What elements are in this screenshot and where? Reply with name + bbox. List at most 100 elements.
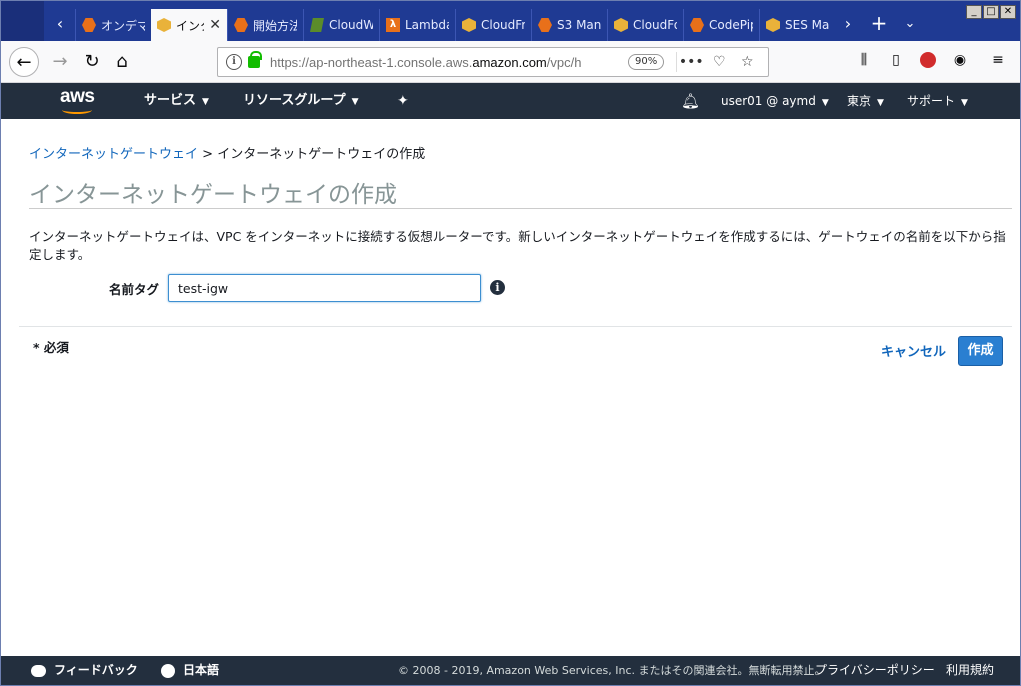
breadcrumb-current: インターネットゲートウェイの作成 (217, 147, 426, 162)
close-window-icon[interactable]: ✕ (1000, 5, 1016, 19)
tab-strip-spacer (1, 1, 44, 41)
address-bar[interactable]: i https://ap-northeast-1.console.aws.ama… (217, 47, 769, 77)
pocket-icon[interactable]: ♡ (705, 54, 733, 70)
close-tab-icon[interactable]: ✕ (209, 17, 221, 33)
support-menu[interactable]: サポート ▼ (907, 83, 968, 119)
home-icon[interactable]: ⌂ (107, 47, 137, 77)
aws-box-icon (82, 18, 96, 32)
tab-label: インターネットゲートウェイ (176, 18, 204, 33)
url-prefix: https://ap-northeast-1.console.aws. (270, 54, 473, 70)
site-info-icon[interactable]: i (226, 54, 242, 70)
tab-scroll-left-icon[interactable]: ‹ (47, 9, 73, 39)
tab-getting-started[interactable]: 開始方法 (227, 9, 303, 41)
feedback-label: フィードバック (54, 663, 138, 677)
copyright-text: © 2008 - 2019, Amazon Web Services, Inc.… (398, 664, 826, 677)
chevron-down-icon: ▼ (202, 97, 209, 107)
ses-icon (766, 18, 780, 32)
tab-label: Lambda (405, 18, 449, 32)
main-content: インターネットゲートウェイ > インターネットゲートウェイの作成 インターネット… (1, 119, 1020, 656)
feedback-link[interactable]: フィードバック (31, 656, 138, 685)
breadcrumb-separator: > (202, 147, 214, 162)
breadcrumb-link-internet-gateways[interactable]: インターネットゲートウェイ (29, 147, 198, 162)
extension-icon[interactable] (917, 52, 939, 72)
s3-icon (538, 18, 552, 32)
tab-label: CloudFormation (633, 18, 677, 32)
cloudformation-icon (614, 18, 628, 32)
new-tab-icon[interactable]: + (867, 9, 891, 39)
tab-cloudwatch[interactable]: CloudWatch (303, 9, 379, 41)
section-divider (19, 326, 1012, 327)
title-divider (29, 208, 1012, 209)
tab-label: CloudFront (481, 18, 525, 32)
language-label: 日本語 (183, 663, 220, 677)
tab-label: S3 Management (557, 18, 601, 32)
account-icon[interactable]: ◉ (949, 52, 971, 72)
chevron-down-icon: ▼ (821, 98, 829, 108)
page-description: インターネットゲートウェイは、VPC をインターネットに接続する仮想ルーターです… (29, 229, 1006, 262)
breadcrumb: インターネットゲートウェイ > インターネットゲートウェイの作成 (29, 143, 425, 162)
chevron-down-icon: ▼ (351, 97, 359, 107)
services-menu-label: サービス (144, 93, 197, 108)
aws-hex-icon (234, 18, 248, 32)
console-footer: フィードバック 日本語 © 2008 - 2019, Amazon Web Se… (1, 656, 1020, 685)
tab-strip: ‹ オンデマンド インターネットゲートウェイ ✕ 開始方法 CloudWatch… (1, 1, 1020, 41)
vpc-icon (157, 18, 171, 32)
page-title: インターネットゲートウェイの作成 (29, 182, 397, 208)
tab-cloudfront[interactable]: CloudFront (455, 9, 531, 41)
bookmark-star-icon[interactable]: ☆ (733, 54, 761, 70)
privacy-policy-link[interactable]: プライバシーポリシー (815, 656, 935, 685)
tab-codepipeline[interactable]: CodePipeline (683, 9, 759, 41)
tab-label: SES Management (785, 18, 829, 32)
globe-icon (161, 663, 175, 678)
zoom-indicator[interactable]: 90% (628, 54, 665, 70)
aws-logo[interactable]: aws (59, 86, 99, 116)
bell-icon[interactable]: 🔔︎ (681, 83, 700, 119)
page-actions-icon[interactable]: ••• (677, 54, 705, 70)
url-domain: amazon.com (472, 54, 547, 70)
aws-console-header: aws サービス ▼ リソースグループ ▼ ✦ 🔔︎ user01 @ aymd ▼ … (1, 83, 1020, 119)
tab-label: オンデマンド (101, 18, 145, 33)
support-menu-label: サポート (907, 94, 956, 108)
reload-icon[interactable]: ↻ (77, 47, 107, 77)
tab-ses[interactable]: SES Management (759, 9, 835, 41)
forward-arrow-icon[interactable]: → (45, 47, 75, 77)
name-tag-label: 名前タグ (109, 282, 160, 297)
resource-groups-menu-label: リソースグループ (243, 93, 346, 108)
account-menu-label: user01 @ aymd (721, 94, 816, 108)
account-menu[interactable]: user01 @ aymd ▼ (721, 83, 829, 119)
terms-link[interactable]: 利用規約 (946, 656, 994, 685)
cancel-button[interactable]: キャンセル (881, 341, 946, 360)
pin-icon[interactable]: ✦ (397, 83, 409, 119)
minimize-icon[interactable]: _ (966, 5, 982, 19)
tab-label: 開始方法 (253, 18, 297, 33)
tab-ondemand[interactable]: オンデマンド (75, 9, 151, 41)
sidebar-icon[interactable]: ▯ (885, 52, 907, 72)
info-icon[interactable]: i (490, 280, 505, 295)
url-suffix: /vpc/h (546, 54, 582, 70)
menu-hamburger-icon[interactable]: ≡ (987, 52, 1009, 72)
tab-cloudformation[interactable]: CloudFormation (607, 9, 683, 41)
maximize-icon[interactable]: □ (983, 5, 999, 19)
browser-window: ‹ オンデマンド インターネットゲートウェイ ✕ 開始方法 CloudWatch… (0, 0, 1021, 686)
tab-lambda[interactable]: λ Lambda (379, 9, 455, 41)
tab-list-chevron-icon[interactable]: ⌄ (898, 9, 922, 39)
tab-internet-gateway[interactable]: インターネットゲートウェイ ✕ (151, 9, 227, 41)
resource-groups-menu[interactable]: リソースグループ ▼ (243, 83, 359, 119)
create-button[interactable]: 作成 (958, 336, 1003, 366)
region-menu-label: 東京 (847, 94, 872, 108)
tab-scroll-right-icon[interactable]: › (835, 9, 861, 39)
url-text[interactable]: https://ap-northeast-1.console.aws.amazo… (270, 55, 590, 70)
region-menu[interactable]: 東京 ▼ (847, 83, 884, 119)
library-icon[interactable]: ⫼ (853, 52, 875, 72)
cloudfront-icon (462, 18, 476, 32)
services-menu[interactable]: サービス ▼ (144, 83, 209, 119)
tab-s3[interactable]: S3 Management (531, 9, 607, 41)
speech-bubble-icon (31, 664, 46, 677)
cloudwatch-icon (310, 18, 324, 32)
navigation-toolbar: ← → ↻ ⌂ i https://ap-northeast-1.console… (1, 41, 1020, 83)
chevron-down-icon: ▼ (877, 98, 884, 108)
name-tag-input[interactable] (168, 274, 481, 302)
lock-icon[interactable] (248, 51, 262, 68)
back-arrow-icon[interactable]: ← (9, 47, 39, 77)
language-selector[interactable]: 日本語 (161, 656, 219, 685)
